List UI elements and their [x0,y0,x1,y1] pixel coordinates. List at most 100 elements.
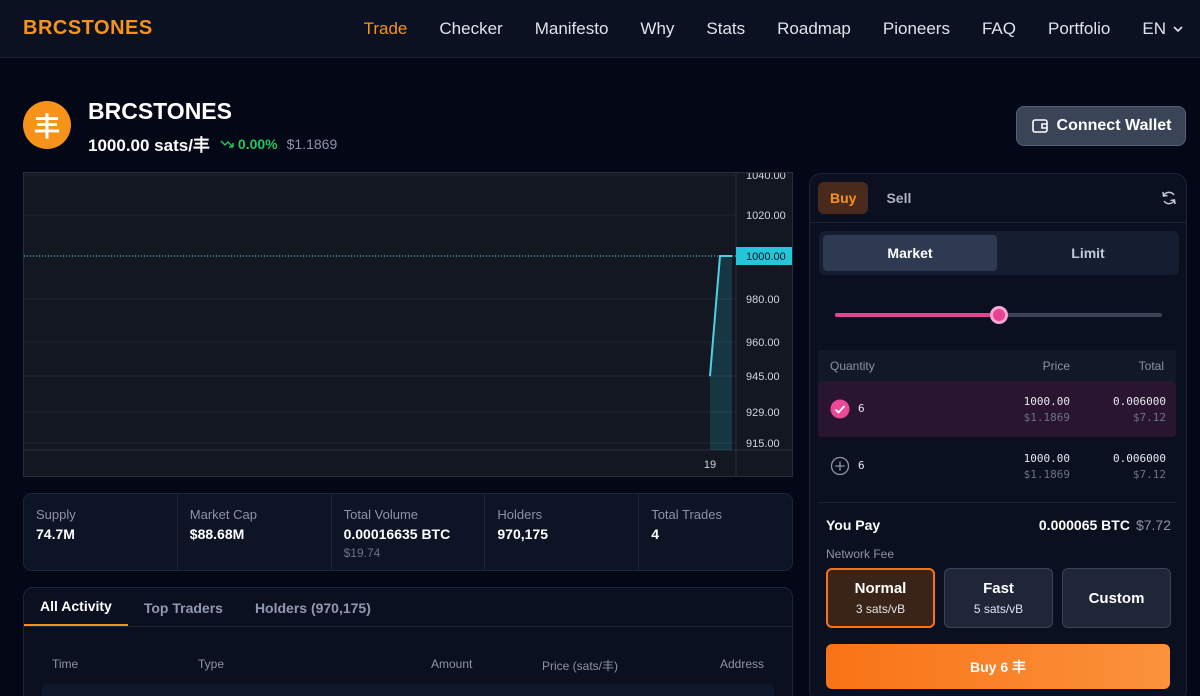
nav-pioneers[interactable]: Pioneers [883,19,950,39]
price-point [731,255,733,257]
price-chart[interactable]: 1040.00 1020.00 1000.00 980.00 960.00 945.00 9… [23,172,793,477]
y-tick-label: 945.00 [746,371,780,383]
listing-price: 1000.00 $1.1869 [1024,451,1070,483]
connect-wallet-button[interactable]: Connect Wallet [1016,106,1186,146]
nav-roadmap[interactable]: Roadmap [777,19,851,39]
col-price: Price [1042,359,1070,373]
language-selector[interactable]: EN [1142,19,1184,39]
listing-price-usd: $1.1869 [1023,468,1070,481]
token-name: BRCSTONES [88,98,232,124]
stat-market-cap: Market Cap $88.68M [178,494,332,570]
token-price-row: 1000.00 sats/丰 0.00% $1.1869 [88,131,337,156]
buy-button[interactable]: Buy 6 丰 [826,644,1170,689]
brand-logo[interactable]: BRCSTONES [23,17,153,40]
tab-sell[interactable]: Sell [874,182,923,214]
nav-faq[interactable]: FAQ [982,19,1016,39]
tab-holders[interactable]: Holders (970,175) [239,600,387,626]
tab-buy[interactable]: Buy [818,182,869,214]
tab-limit[interactable]: Limit [1001,235,1175,271]
divider [810,222,1186,223]
stat-value: 74.7M [36,526,75,542]
nav-trade[interactable]: Trade [364,19,408,39]
you-pay-label: You Pay [826,517,881,533]
fee-custom-option[interactable]: Custom [1062,568,1171,628]
fee-rate: 3 sats/vB [855,602,906,616]
you-pay-amount: 0.000065 BTC $7.72 [1039,517,1171,533]
checked-circle-icon[interactable] [830,399,850,419]
tab-all-activity[interactable]: All Activity [24,598,128,626]
you-pay-row: You Pay 0.000065 BTC $7.72 [826,517,1171,533]
main-nav: Trade Checker Manifesto Why Stats Roadma… [332,0,1184,58]
y-tick-label: 929.00 [746,407,780,419]
listing-price-sats: 1000.00 [1023,395,1070,408]
x-tick-label: 19 [704,459,716,471]
buy-sell-tabs: Buy Sell [818,182,923,214]
listing-total-usd: $7.12 [1132,468,1166,481]
fee-name: Custom [1088,589,1145,607]
trade-panel: Buy Sell Market Limit Quantity Price Tot… [809,173,1187,696]
activity-table-header: Time Type Amount Price (sats/丰) Address [24,657,792,677]
listing-row[interactable]: 6 1000.00 $1.1869 0.006000 $7.12 [818,438,1176,494]
price-change: 0.00% [220,136,278,152]
col-total: Total [1138,359,1164,373]
network-fee-label: Network Fee [826,547,895,561]
add-circle-icon[interactable] [830,456,850,476]
listing-total-btc: 0.006000 [1113,452,1166,465]
token-stats: Supply 74.7M Market Cap $88.68M Total Vo… [23,493,793,571]
nav-portfolio[interactable]: Portfolio [1048,19,1110,39]
chevron-down-icon [1173,26,1183,33]
stat-total-volume: Total Volume 0.00016635 BTC $19.74 [332,494,486,570]
you-pay-usd: $7.72 [1135,517,1171,533]
you-pay-btc: 0.000065 BTC [1038,517,1130,533]
language-label: EN [1142,19,1166,38]
listing-price: 1000.00 $1.1869 [1024,394,1070,426]
nav-why[interactable]: Why [640,19,674,39]
token-price: 1000.00 sats/丰 [88,136,210,155]
listing-total: 0.006000 $7.12 [1113,451,1166,483]
listing-row[interactable]: 6 1000.00 $1.1869 0.006000 $7.12 [818,381,1176,437]
fee-normal-option[interactable]: Normal 3 sats/vB [826,568,935,628]
price-change-value: 0.00% [237,135,278,152]
stat-subvalue: $19.74 [343,546,381,560]
slider-handle[interactable] [989,306,1008,324]
y-tick-label: 915.00 [746,438,780,450]
y-tick-label: 1020.00 [746,210,786,222]
tab-top-traders[interactable]: Top Traders [128,600,239,626]
col-amount: Amount [431,657,473,671]
order-type-toggle: Market Limit [819,231,1179,275]
col-time: Time [52,657,79,671]
quantity-slider[interactable] [835,305,1162,325]
slider-fill [835,313,999,317]
listing-total: 0.006000 $7.12 [1113,394,1166,426]
nav-manifesto[interactable]: Manifesto [535,19,609,39]
price-area [710,256,732,450]
listing-table-header: Quantity Price Total [818,350,1176,382]
wallet-icon [1031,119,1048,133]
nav-stats[interactable]: Stats [706,19,745,39]
stat-value: 970,175 [497,526,548,542]
y-tick-label: 960.00 [746,337,780,349]
stat-total-trades: Total Trades 4 [639,494,792,570]
tab-market[interactable]: Market [823,235,997,271]
stat-label: Total Volume [343,507,419,522]
y-tick-label: 1040.00 [746,173,786,182]
price-point [719,255,721,257]
refresh-icon[interactable] [1160,189,1178,207]
nav-checker[interactable]: Checker [439,19,502,39]
col-type: Type [198,657,225,671]
col-quantity: Quantity [830,359,875,373]
col-price: Price (sats/丰) [542,659,619,673]
stat-value: 4 [651,526,659,542]
fee-fast-option[interactable]: Fast 5 sats/vB [944,568,1053,628]
stat-label: Supply [36,507,76,522]
col-address: Address [720,657,765,671]
trend-down-icon [220,139,234,148]
listing-total-btc: 0.006000 [1113,395,1166,408]
token-price-usd: $1.1869 [286,135,338,152]
network-fee-options: Normal 3 sats/vB Fast 5 sats/vB Custom [826,568,1171,628]
stat-supply: Supply 74.7M [24,494,178,570]
table-row [42,684,774,696]
listing-total-usd: $7.12 [1132,411,1166,424]
stat-label: Market Cap [189,507,257,522]
fee-name: Fast [983,580,1014,597]
